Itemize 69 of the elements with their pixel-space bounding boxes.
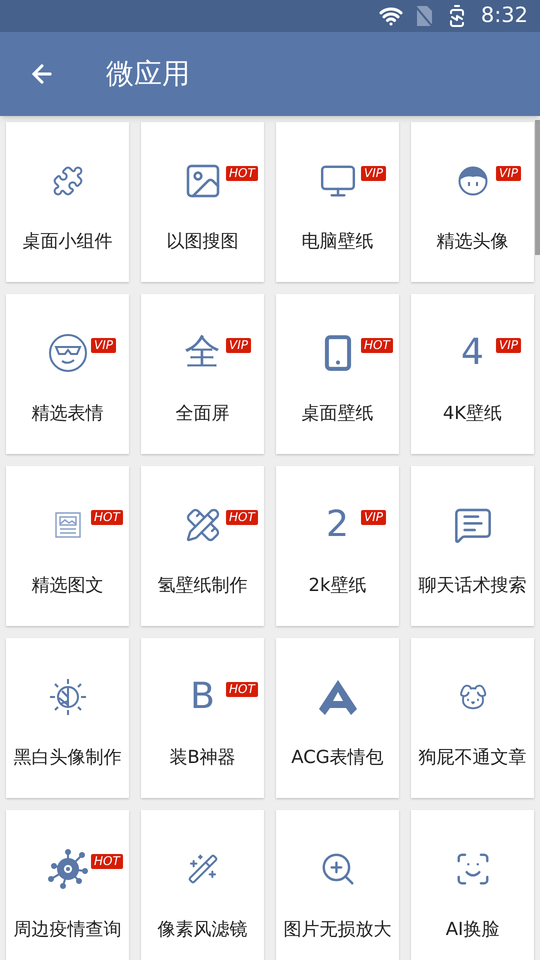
tile-label: 桌面小组件 [22, 230, 112, 254]
virus-icon [48, 848, 88, 888]
puzzle-icon [52, 164, 84, 196]
tile-label: 精选表情 [32, 402, 104, 426]
article-icon [54, 512, 80, 538]
app-tile[interactable]: AI换脸 [411, 810, 534, 960]
tag-label: VIP [496, 166, 521, 180]
tag-label: VIP [496, 338, 521, 352]
tag-label: HOT [91, 854, 123, 868]
dog-icon [458, 682, 488, 712]
triangle-a-logo-icon [318, 678, 358, 714]
tile-label: 图片无损放大 [284, 918, 392, 942]
tile-label: 以图搜图 [166, 230, 238, 254]
app-tile[interactable]: VIP 精选头像 [411, 122, 534, 282]
tile-label: 全面屏 [176, 402, 230, 426]
avatar-icon [458, 166, 488, 196]
tag-label: HOT [361, 338, 393, 352]
tag-label: VIP [91, 338, 116, 352]
tag-label: HOT [91, 510, 123, 524]
tile-label: 电脑壁纸 [302, 230, 374, 254]
app-tile[interactable]: 桌面小组件 [6, 122, 129, 282]
app-tile[interactable]: 聊天话术搜索 [411, 466, 534, 626]
pencil-ruler-icon [184, 506, 220, 542]
magic-wand-icon [186, 852, 218, 884]
app-tile[interactable]: 狗屁不通文章 [411, 638, 534, 798]
clock: 8:32 [480, 2, 528, 29]
tile-label: 4K壁纸 [442, 402, 502, 426]
tag-label: HOT [226, 510, 258, 524]
tile-label: 装B神器 [169, 746, 236, 770]
tile-label: 氢壁纸制作 [158, 574, 248, 598]
tile-label: 像素风滤镜 [158, 918, 248, 942]
glyph-icon: 4 [461, 334, 484, 370]
app-tile[interactable]: VIP 电脑壁纸 [276, 122, 399, 282]
app-tile[interactable]: HOT 桌面壁纸 [276, 294, 399, 454]
contrast-icon [48, 676, 88, 716]
tile-label: 精选图文 [32, 574, 104, 598]
app-tile[interactable]: HOT 以图搜图 [141, 122, 264, 282]
app-tile[interactable]: 黑白头像制作 [6, 638, 129, 798]
tag-label: HOT [226, 682, 258, 696]
no-sim-icon [414, 4, 433, 27]
tile-label: 桌面壁纸 [302, 402, 374, 426]
glyph-icon: 全 [184, 334, 220, 370]
page-title: 微应用 [106, 56, 190, 92]
app-tile[interactable]: 4 VIP 4K壁纸 [411, 294, 534, 454]
app-tile[interactable]: 像素风滤镜 [141, 810, 264, 960]
tag-label: HOT [226, 166, 258, 180]
glyph-icon: B [190, 678, 215, 714]
tile-label: 周边疫情查询 [14, 918, 122, 942]
tile-label: 精选头像 [436, 230, 508, 254]
app-tile[interactable]: ACG表情包 [276, 638, 399, 798]
tile-label: ACG表情包 [291, 746, 384, 770]
app-tile[interactable]: B HOT 装B神器 [141, 638, 264, 798]
tile-label: 聊天话术搜索 [418, 574, 526, 598]
tag-label: VIP [361, 510, 386, 524]
sunglasses-face-icon [48, 332, 88, 372]
tile-label: 狗屁不通文章 [418, 746, 526, 770]
tag-label: VIP [226, 338, 251, 352]
tile-label: 2k壁纸 [308, 574, 366, 598]
app-tile[interactable]: 图片无损放大 [276, 810, 399, 960]
app-tile[interactable]: 2 VIP 2k壁纸 [276, 466, 399, 626]
glyph-icon: 2 [326, 506, 349, 542]
app-tile[interactable]: 全 VIP 全面屏 [141, 294, 264, 454]
app-tile[interactable]: HOT 周边疫情查询 [6, 810, 129, 960]
app-tile[interactable]: HOT 氢壁纸制作 [141, 466, 264, 626]
app-tile[interactable]: VIP 精选表情 [6, 294, 129, 454]
tag-label: VIP [361, 166, 386, 180]
app-tile[interactable]: HOT 精选图文 [6, 466, 129, 626]
tile-label: 黑白头像制作 [14, 746, 122, 770]
tile-label: AI换脸 [446, 918, 500, 942]
